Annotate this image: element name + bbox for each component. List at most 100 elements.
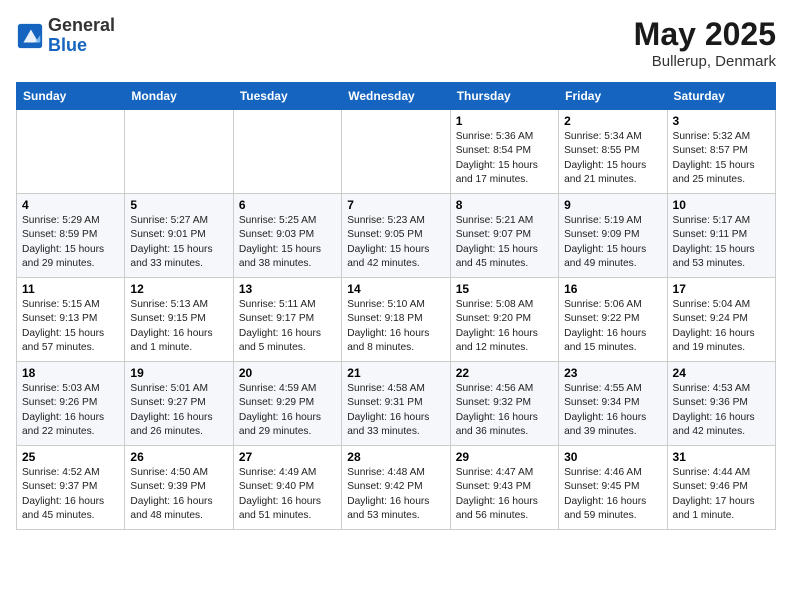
cell-detail: Sunrise: 4:44 AM: [673, 466, 770, 480]
calendar-cell: 31 Sunrise: 4:44 AMSunset: 9:46 PMDayligh…: [667, 446, 775, 530]
day-number: 14: [347, 282, 444, 296]
calendar-cell: 10Sunrise: 5:17 AMSunset: 9:11 PMDayligh…: [667, 194, 775, 278]
cell-detail: Sunset: 9:42 PM: [347, 480, 444, 494]
cell-detail: Sunset: 9:24 PM: [673, 312, 770, 326]
cell-detail: Sunrise: 4:56 AM: [456, 382, 553, 396]
cell-detail: Daylight: 16 hours and 36 minutes.: [456, 411, 553, 440]
cell-detail: Daylight: 16 hours and 15 minutes.: [564, 327, 661, 356]
cell-detail: Daylight: 16 hours and 29 minutes.: [239, 411, 336, 440]
cell-detail: Sunset: 9:46 PM: [673, 480, 770, 494]
calendar-cell: 26Sunrise: 4:50 AMSunset: 9:39 PMDayligh…: [125, 446, 233, 530]
cell-detail: Sunrise: 5:21 AM: [456, 214, 553, 228]
cell-detail: Sunrise: 5:06 AM: [564, 298, 661, 312]
cell-detail: Sunset: 9:22 PM: [564, 312, 661, 326]
cell-detail: Sunset: 9:11 PM: [673, 228, 770, 242]
day-number: 2: [564, 114, 661, 128]
calendar-cell: 18Sunrise: 5:03 AMSunset: 9:26 PMDayligh…: [17, 362, 125, 446]
calendar-cell: 8Sunrise: 5:21 AMSunset: 9:07 PMDaylight…: [450, 194, 558, 278]
cell-detail: Sunrise: 4:52 AM: [22, 466, 119, 480]
day-number: 18: [22, 366, 119, 380]
cell-detail: Sunrise: 4:46 AM: [564, 466, 661, 480]
day-number: 25: [22, 450, 119, 464]
cell-detail: Daylight: 15 hours and 53 minutes.: [673, 243, 770, 272]
calendar-cell: 12Sunrise: 5:13 AMSunset: 9:15 PMDayligh…: [125, 278, 233, 362]
day-number: 30: [564, 450, 661, 464]
cell-detail: Daylight: 16 hours and 19 minutes.: [673, 327, 770, 356]
cell-detail: Sunrise: 5:36 AM: [456, 130, 553, 144]
calendar-cell: 1Sunrise: 5:36 AMSunset: 8:54 PMDaylight…: [450, 110, 558, 194]
calendar-week-3: 11Sunrise: 5:15 AMSunset: 9:13 PMDayligh…: [17, 278, 776, 362]
column-header-thursday: Thursday: [450, 83, 558, 110]
calendar-header-row: SundayMondayTuesdayWednesdayThursdayFrid…: [17, 83, 776, 110]
cell-detail: Daylight: 16 hours and 51 minutes.: [239, 495, 336, 524]
cell-detail: Sunset: 9:05 PM: [347, 228, 444, 242]
cell-detail: Daylight: 15 hours and 21 minutes.: [564, 159, 661, 188]
cell-detail: Daylight: 15 hours and 25 minutes.: [673, 159, 770, 188]
day-number: 5: [130, 198, 227, 212]
cell-detail: Sunrise: 4:55 AM: [564, 382, 661, 396]
calendar-cell: 28Sunrise: 4:48 AMSunset: 9:42 PMDayligh…: [342, 446, 450, 530]
cell-detail: Daylight: 16 hours and 5 minutes.: [239, 327, 336, 356]
cell-detail: Sunrise: 4:50 AM: [130, 466, 227, 480]
column-header-saturday: Saturday: [667, 83, 775, 110]
cell-detail: Sunset: 9:01 PM: [130, 228, 227, 242]
day-number: 17: [673, 282, 770, 296]
calendar-cell: [17, 110, 125, 194]
day-number: 21: [347, 366, 444, 380]
day-number: 31: [673, 450, 770, 464]
cell-detail: Sunset: 9:20 PM: [456, 312, 553, 326]
page-header: General Blue May 2025 Bullerup, Denmark: [16, 16, 776, 70]
day-number: 23: [564, 366, 661, 380]
column-header-sunday: Sunday: [17, 83, 125, 110]
column-header-tuesday: Tuesday: [233, 83, 341, 110]
cell-detail: Daylight: 16 hours and 45 minutes.: [22, 495, 119, 524]
calendar-cell: 7Sunrise: 5:23 AMSunset: 9:05 PMDaylight…: [342, 194, 450, 278]
cell-detail: Sunrise: 5:23 AM: [347, 214, 444, 228]
cell-detail: Daylight: 15 hours and 45 minutes.: [456, 243, 553, 272]
calendar-cell: 21Sunrise: 4:58 AMSunset: 9:31 PMDayligh…: [342, 362, 450, 446]
calendar-cell: 25Sunrise: 4:52 AMSunset: 9:37 PMDayligh…: [17, 446, 125, 530]
cell-detail: Sunset: 9:09 PM: [564, 228, 661, 242]
cell-detail: Sunrise: 5:15 AM: [22, 298, 119, 312]
calendar-cell: 19Sunrise: 5:01 AMSunset: 9:27 PMDayligh…: [125, 362, 233, 446]
cell-detail: Sunrise: 5:01 AM: [130, 382, 227, 396]
calendar-week-2: 4Sunrise: 5:29 AMSunset: 8:59 PMDaylight…: [17, 194, 776, 278]
day-number: 15: [456, 282, 553, 296]
cell-detail: Daylight: 17 hours and 1 minute.: [673, 495, 770, 524]
cell-detail: Daylight: 16 hours and 26 minutes.: [130, 411, 227, 440]
logo-text: General Blue: [48, 16, 115, 56]
calendar-cell: 27Sunrise: 4:49 AMSunset: 9:40 PMDayligh…: [233, 446, 341, 530]
calendar-cell: 3Sunrise: 5:32 AMSunset: 8:57 PMDaylight…: [667, 110, 775, 194]
day-number: 1: [456, 114, 553, 128]
cell-detail: Daylight: 16 hours and 56 minutes.: [456, 495, 553, 524]
cell-detail: Sunset: 9:18 PM: [347, 312, 444, 326]
cell-detail: Sunset: 8:59 PM: [22, 228, 119, 242]
calendar-cell: 6Sunrise: 5:25 AMSunset: 9:03 PMDaylight…: [233, 194, 341, 278]
cell-detail: Daylight: 16 hours and 1 minute.: [130, 327, 227, 356]
calendar-cell: [125, 110, 233, 194]
cell-detail: Daylight: 16 hours and 39 minutes.: [564, 411, 661, 440]
cell-detail: Daylight: 16 hours and 42 minutes.: [673, 411, 770, 440]
calendar-cell: 14Sunrise: 5:10 AMSunset: 9:18 PMDayligh…: [342, 278, 450, 362]
cell-detail: Sunrise: 5:03 AM: [22, 382, 119, 396]
calendar-location: Bullerup, Denmark: [634, 53, 776, 70]
day-number: 28: [347, 450, 444, 464]
cell-detail: Daylight: 15 hours and 17 minutes.: [456, 159, 553, 188]
day-number: 11: [22, 282, 119, 296]
calendar-cell: 23Sunrise: 4:55 AMSunset: 9:34 PMDayligh…: [559, 362, 667, 446]
day-number: 7: [347, 198, 444, 212]
day-number: 26: [130, 450, 227, 464]
logo: General Blue: [16, 16, 115, 56]
day-number: 22: [456, 366, 553, 380]
cell-detail: Sunset: 9:39 PM: [130, 480, 227, 494]
day-number: 27: [239, 450, 336, 464]
calendar-week-4: 18Sunrise: 5:03 AMSunset: 9:26 PMDayligh…: [17, 362, 776, 446]
calendar-cell: 9Sunrise: 5:19 AMSunset: 9:09 PMDaylight…: [559, 194, 667, 278]
column-header-friday: Friday: [559, 83, 667, 110]
cell-detail: Sunset: 9:17 PM: [239, 312, 336, 326]
cell-detail: Daylight: 16 hours and 59 minutes.: [564, 495, 661, 524]
calendar-cell: 17Sunrise: 5:04 AMSunset: 9:24 PMDayligh…: [667, 278, 775, 362]
cell-detail: Sunrise: 5:34 AM: [564, 130, 661, 144]
cell-detail: Daylight: 15 hours and 57 minutes.: [22, 327, 119, 356]
cell-detail: Sunset: 9:29 PM: [239, 396, 336, 410]
